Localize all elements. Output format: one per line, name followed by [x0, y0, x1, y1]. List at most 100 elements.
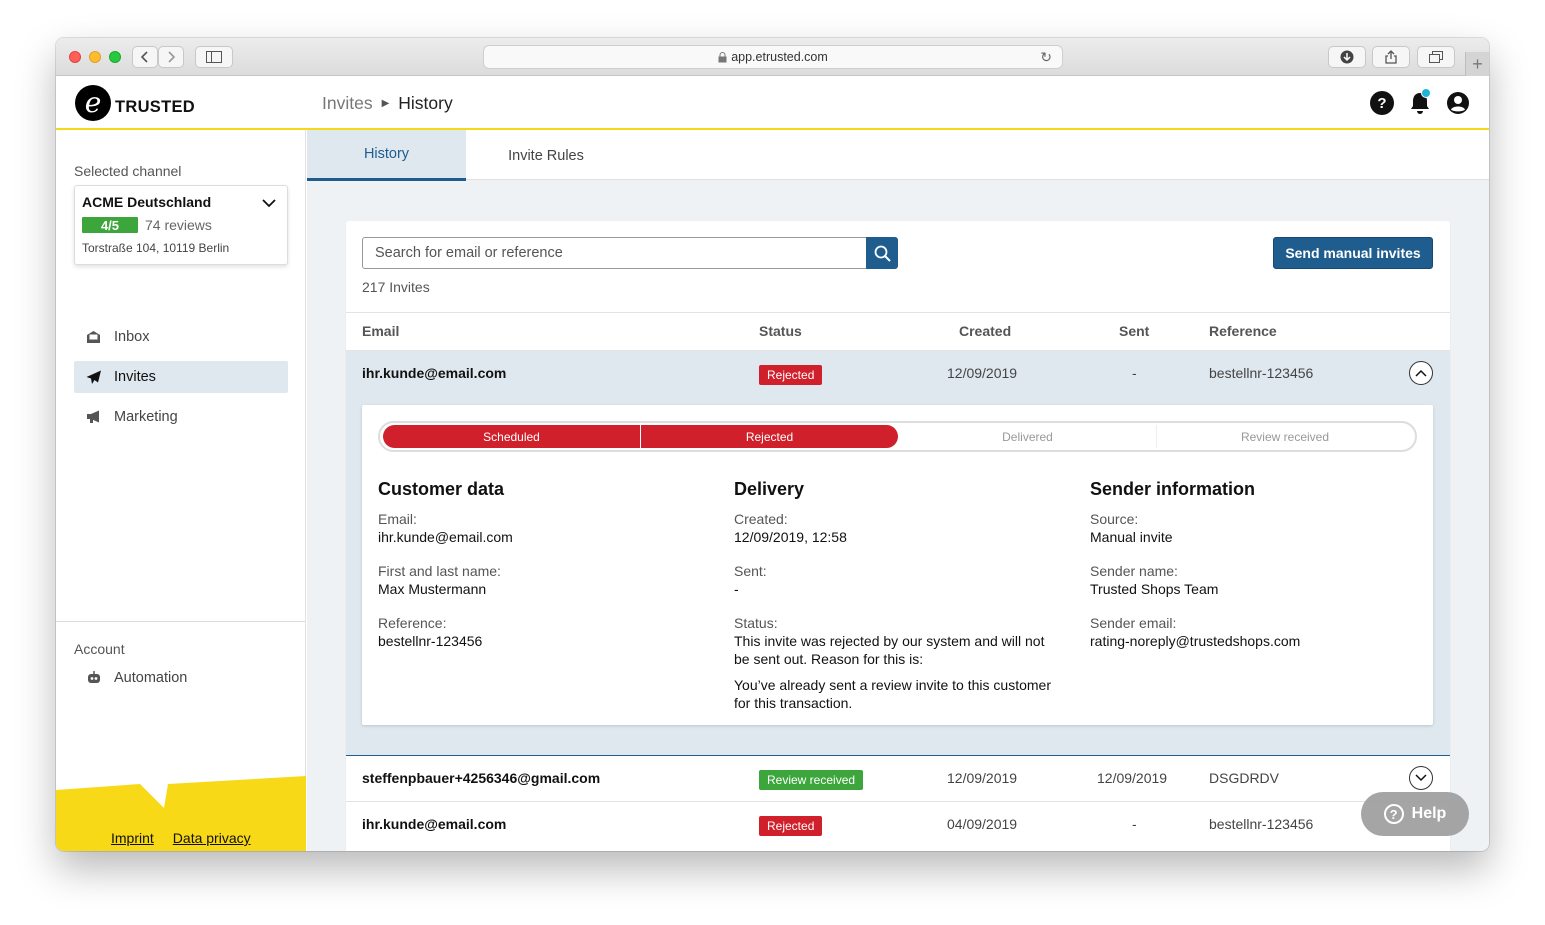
help-label: Help	[1411, 805, 1447, 822]
search-input[interactable]: Search for email or reference	[362, 237, 868, 269]
delivery-created: 12/09/2019, 12:58	[734, 529, 847, 545]
chevron-down-icon	[1415, 774, 1427, 782]
tab-history[interactable]: History	[307, 130, 466, 181]
user-account-icon[interactable]	[1446, 91, 1470, 115]
selected-channel-label: Selected channel	[74, 163, 182, 179]
forward-button[interactable]	[158, 46, 184, 68]
table-row[interactable]: ihr.kunde@email.com Rejected 12/09/2019 …	[346, 350, 1450, 395]
data-privacy-link[interactable]: Data privacy	[173, 830, 251, 846]
invite-progress-bar: Scheduled Rejected Delivered Review rece…	[378, 421, 1417, 452]
status-badge: Rejected	[759, 816, 823, 836]
collapse-row-button[interactable]	[1409, 361, 1433, 385]
table-row[interactable]: ihr.kunde@email.com Rejected 04/09/2019 …	[346, 801, 1450, 846]
row-reference: bestellnr-123456	[1209, 816, 1314, 832]
sidebar-item-automation[interactable]: Automation	[74, 662, 288, 694]
field-label: Sent:	[734, 563, 767, 579]
chevron-down-icon	[262, 199, 276, 208]
field-label: Status:	[734, 615, 778, 631]
column-status[interactable]: Status	[759, 323, 802, 339]
row-email: steffenpbauer+4256346@gmail.com	[362, 770, 601, 786]
section-title: Delivery	[734, 479, 805, 499]
breadcrumb-history: History	[398, 93, 453, 113]
sender-source: Manual invite	[1090, 529, 1173, 545]
invites-count: 217 Invites	[362, 279, 430, 295]
delivery-status-reason: You’ve already sent a review invite to t…	[734, 677, 1051, 711]
send-manual-invites-button[interactable]: Send manual invites	[1273, 237, 1433, 269]
address-bar[interactable]: app.etrusted.com ↻	[483, 45, 1063, 69]
column-created[interactable]: Created	[959, 323, 1011, 339]
field-label: Sender email:	[1090, 615, 1177, 631]
table-row[interactable]: steffenpbauer+4256346@gmail.com Review r…	[346, 756, 1450, 801]
sidebar: Selected channel ACME Deutschland 4/5 74…	[56, 130, 306, 851]
sender-information-section: Sender information Source: Manual invite…	[1090, 479, 1420, 666]
row-created: 12/09/2019	[947, 365, 1018, 381]
sidebar-item-invites[interactable]: Invites	[74, 361, 288, 393]
maximize-window-button[interactable]	[109, 51, 121, 63]
share-icon	[1385, 50, 1397, 64]
tabs-icon	[1429, 51, 1443, 63]
sidebar-item-label: Marketing	[114, 409, 178, 425]
robot-icon	[85, 670, 102, 687]
progress-step-delivered: Delivered	[1002, 429, 1053, 444]
search-icon	[874, 245, 891, 262]
question-mark: ?	[1377, 94, 1387, 112]
tabs-overview-button[interactable]	[1417, 46, 1455, 68]
tab-invite-rules[interactable]: Invite Rules	[466, 130, 626, 181]
new-tab-button[interactable]: +	[1465, 52, 1489, 76]
chevron-left-icon	[141, 51, 148, 63]
progress-step-review-received: Review received	[1156, 425, 1413, 448]
row-created: 12/09/2019	[947, 770, 1018, 786]
column-email[interactable]: Email	[362, 323, 399, 339]
channel-selector[interactable]: ACME Deutschland 4/5 74 reviews Torstraß…	[74, 185, 288, 265]
search-button[interactable]	[866, 237, 898, 269]
column-reference[interactable]: Reference	[1209, 323, 1277, 339]
minimize-window-button[interactable]	[89, 51, 101, 63]
imprint-link[interactable]: Imprint	[111, 830, 154, 846]
paper-plane-icon	[85, 369, 102, 386]
expand-row-button[interactable]	[1409, 766, 1433, 790]
channel-address: Torstraße 104, 10119 Berlin	[82, 241, 230, 255]
megaphone-icon	[85, 409, 102, 426]
sidebar-item-inbox[interactable]: Inbox	[74, 321, 288, 353]
app-header: e TRUSTED Invites ▶ History ?	[56, 76, 1489, 130]
footer-links: Imprint Data privacy	[111, 830, 251, 846]
row-email: ihr.kunde@email.com	[362, 816, 507, 832]
close-window-button[interactable]	[69, 51, 81, 63]
logo-text: TRUSTED	[115, 98, 196, 116]
help-icon[interactable]: ?	[1370, 91, 1394, 115]
lock-icon	[718, 51, 727, 62]
progress-step-rejected: Rejected	[641, 425, 898, 448]
row-email: ihr.kunde@email.com	[362, 365, 507, 381]
logo-letter: e	[84, 86, 102, 119]
reload-icon[interactable]: ↻	[1040, 49, 1052, 66]
back-button[interactable]	[132, 46, 158, 68]
field-label: Source:	[1090, 511, 1139, 527]
table-header: Email Status Created Sent Reference	[346, 312, 1450, 350]
delivery-status-text: This invite was rejected by our system a…	[734, 633, 1045, 667]
field-label: Reference:	[378, 615, 447, 631]
column-sent[interactable]: Sent	[1119, 323, 1149, 339]
section-title: Customer data	[378, 479, 505, 499]
channel-name: ACME Deutschland	[82, 194, 212, 210]
etrusted-logo-mark[interactable]: e	[75, 85, 111, 121]
sidebar-item-label: Automation	[114, 670, 188, 686]
inbox-icon	[85, 329, 102, 346]
sidebar-item-label: Inbox	[114, 329, 150, 345]
sidebar-item-label: Invites	[114, 369, 156, 385]
sender-name: Trusted Shops Team	[1090, 581, 1219, 597]
tab-bar: History Invite Rules	[307, 130, 1489, 181]
sender-email: rating-noreply@trustedshops.com	[1090, 633, 1301, 649]
section-title: Sender information	[1090, 479, 1256, 499]
download-icon	[1340, 50, 1354, 64]
sidebar-item-marketing[interactable]: Marketing	[74, 401, 288, 433]
breadcrumb-invites[interactable]: Invites	[322, 93, 373, 114]
help-widget-button[interactable]: ? Help	[1361, 792, 1469, 836]
field-label: Sender name:	[1090, 563, 1178, 579]
sidebar-toggle-button[interactable]	[195, 46, 233, 68]
row-created: 04/09/2019	[947, 816, 1018, 832]
downloads-button[interactable]	[1328, 46, 1366, 68]
delivery-section: Delivery Created: 12/09/2019, 12:58 Sent…	[734, 479, 1054, 728]
share-button[interactable]	[1372, 46, 1410, 68]
field-label: First and last name:	[378, 563, 501, 579]
row-reference: DSGDRDV	[1209, 770, 1280, 786]
